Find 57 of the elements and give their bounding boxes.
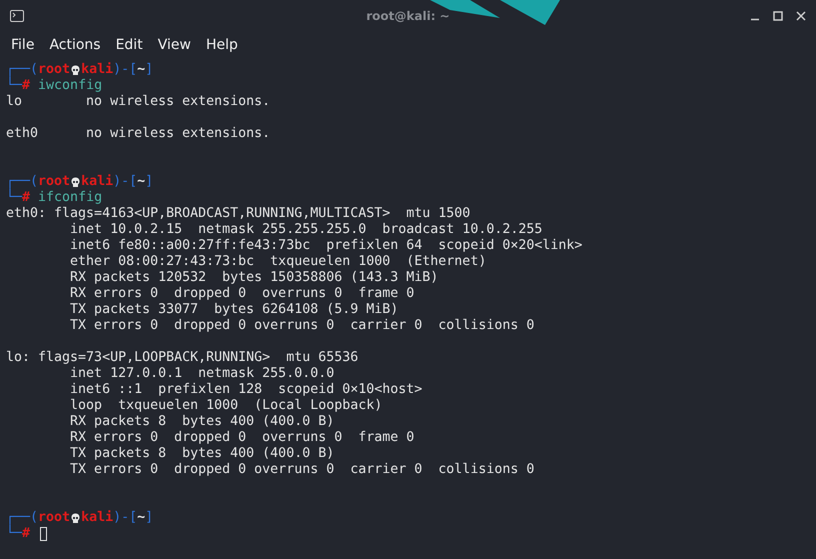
cursor — [40, 527, 48, 541]
skull-icon — [71, 64, 80, 76]
maximize-icon[interactable] — [773, 11, 783, 21]
prompt-bracket: ] — [145, 174, 154, 190]
prompt-corner: └─ — [6, 526, 22, 542]
output-line: TX packets 8 bytes 400 (400.0 B) — [69, 446, 334, 462]
prompt-sign: # — [22, 78, 30, 94]
skull-icon — [71, 176, 80, 188]
prompt-user: root — [38, 62, 70, 78]
prompt-bracket: )-[ — [113, 62, 138, 78]
prompt-bracket: )-[ — [113, 510, 138, 526]
menu-item[interactable]: Edit — [108, 37, 151, 53]
output-line: TX errors 0 dropped 0 overruns 0 carrier 0 collisions 0 — [69, 462, 534, 478]
menu-item[interactable]: File — [4, 37, 42, 53]
prompt-host: kali — [81, 510, 114, 526]
output-line: RX errors 0 dropped 0 overruns 0 frame 0 — [69, 430, 414, 446]
output-line: inet 127.0.0.1 netmask 255.0.0.0 — [69, 366, 334, 382]
prompt-bracket: ┌──( — [6, 174, 38, 189]
prompt-directory: ~ — [137, 62, 146, 78]
prompt-user: root — [38, 174, 70, 190]
prompt-directory: ~ — [137, 174, 146, 190]
prompt-bracket: ┌──( — [6, 62, 38, 77]
output-line: inet6 fe80::a00:27ff:fe43:73bc prefixlen 64 scopeid 0×20<link> — [69, 238, 582, 254]
prompt-bracket: ] — [145, 62, 154, 78]
prompt-directory: ~ — [137, 510, 146, 526]
menu-item[interactable]: View — [150, 37, 199, 53]
prompt-bracket: ] — [145, 510, 154, 526]
prompt-host: kali — [81, 62, 114, 78]
menu-item[interactable]: Help — [198, 37, 246, 53]
skull-icon — [71, 512, 80, 524]
output-line: ether 08:00:27:43:73:bc txqueuelen 1000 (Ethernet) — [69, 254, 486, 270]
prompt-sign: # — [22, 526, 30, 542]
prompt-corner: └─ — [6, 190, 22, 206]
output-line: TX errors 0 dropped 0 overruns 0 carrier 0 collisions 0 — [69, 318, 534, 334]
output-line: RX packets 8 bytes 400 (400.0 B) — [69, 414, 334, 430]
terminal-icon — [10, 10, 24, 22]
output-line: lo no wireless extensions. — [6, 94, 270, 110]
output-line: lo: flags=73<UP,LOOPBACK,RUNNING> mtu 65536 — [6, 350, 358, 366]
menu-item[interactable]: Actions — [42, 37, 109, 53]
output-line: loop txqueuelen 1000 (Local Loopback) — [69, 398, 382, 414]
close-icon[interactable] — [796, 11, 806, 21]
prompt-corner: └─ — [6, 78, 22, 94]
command-text: ifconfig — [37, 190, 102, 206]
prompt-user: root — [38, 510, 70, 526]
output-line: eth0 no wireless extensions. — [6, 126, 270, 142]
window-title: root@kali: ~ — [366, 9, 450, 23]
output-line: inet6 ::1 prefixlen 128 scopeid 0×10<host> — [69, 382, 422, 398]
prompt-host: kali — [81, 174, 114, 190]
prompt-sign: # — [22, 190, 30, 206]
output-line: RX packets 120532 bytes 150358806 (143.3 MiB) — [69, 270, 438, 286]
prompt-bracket: ┌──( — [6, 510, 38, 525]
output-line: inet 10.0.2.15 netmask 255.255.255.0 broadcast 10.0.2.255 — [69, 222, 542, 238]
output-line: TX packets 33077 bytes 6264108 (5.9 MiB) — [69, 302, 398, 318]
output-line: eth0: flags=4163<UP,BROADCAST,RUNNING,MULTICAST> mtu 1500 — [6, 206, 470, 222]
command-text: iwconfig — [37, 78, 102, 94]
prompt-bracket: )-[ — [113, 174, 138, 190]
output-line: RX errors 0 dropped 0 overruns 0 frame 0 — [69, 286, 414, 302]
